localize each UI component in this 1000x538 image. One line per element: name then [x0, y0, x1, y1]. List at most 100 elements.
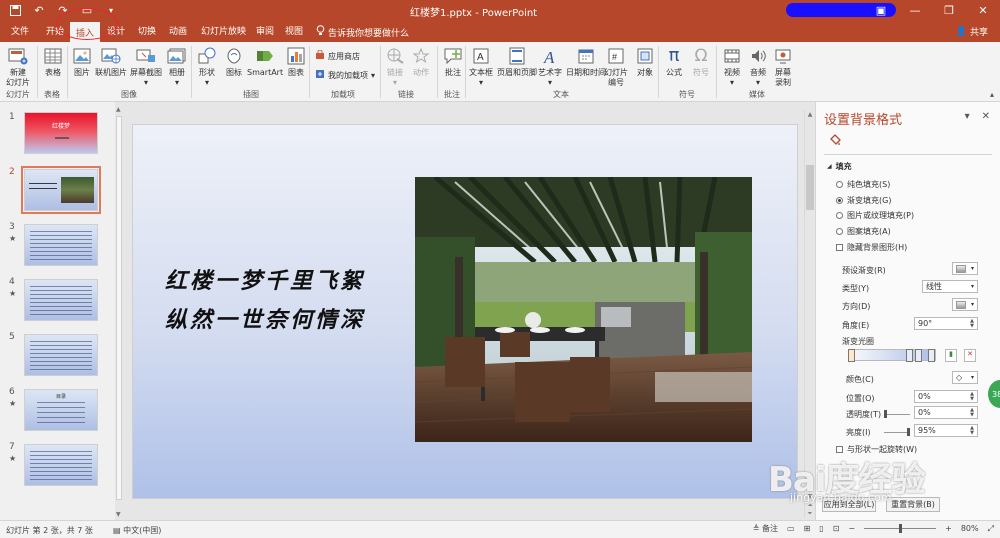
transparency-slider-knob[interactable]: [884, 410, 887, 418]
slide-number-button[interactable]: # 幻灯片 编号: [604, 45, 628, 88]
radio-button[interactable]: [836, 228, 843, 235]
save-icon[interactable]: [8, 3, 22, 17]
shapes-button[interactable]: 形状 ▾: [196, 45, 218, 88]
picture-fill-option[interactable]: 图片或纹理填充(P): [836, 210, 914, 221]
zoom-slider-knob[interactable]: [898, 524, 902, 533]
notes-button[interactable]: ≜ 备注: [753, 523, 778, 534]
slideshow-icon[interactable]: ⊡: [833, 524, 840, 533]
transparency-spinner[interactable]: 0% ▲ ▼: [914, 406, 978, 419]
slide-text-line-1[interactable]: 红楼一梦千里飞絮: [165, 263, 365, 295]
gradient-stop-handle[interactable]: [928, 349, 935, 362]
comment-button[interactable]: 批注: [442, 45, 464, 78]
symbol-button[interactable]: Ω 符号: [690, 45, 712, 78]
radio-button-selected[interactable]: [836, 197, 843, 204]
color-picker-dropdown[interactable]: ◇ ▾: [952, 371, 978, 384]
collapse-ribbon-icon[interactable]: ▴: [990, 90, 994, 99]
screenshot-button[interactable]: 屏幕截图 ▾: [130, 45, 162, 88]
brightness-slider-knob[interactable]: [907, 428, 910, 436]
gradient-stops-bar[interactable]: [852, 349, 936, 361]
remove-gradient-stop-icon[interactable]: ✕: [964, 349, 976, 362]
gradient-stop-handle[interactable]: [906, 349, 913, 362]
type-dropdown[interactable]: 线性 ▾: [922, 280, 978, 293]
zoom-out-icon[interactable]: −: [848, 524, 855, 533]
link-button[interactable]: 链接 ▾: [384, 45, 406, 88]
next-slide-arrow[interactable]: ⏷: [806, 510, 814, 518]
tab-review[interactable]: 审阅: [256, 24, 274, 37]
close-button[interactable]: ✕: [966, 0, 1000, 20]
textbox-button[interactable]: A 文本框 ▾: [469, 45, 493, 88]
scrollbar-thumb[interactable]: [806, 165, 814, 210]
zoom-slider[interactable]: [864, 524, 937, 533]
online-picture-button[interactable]: 联机图片: [95, 45, 127, 78]
audio-button[interactable]: 音频 ▾: [747, 45, 769, 88]
slide-thumbnail-1[interactable]: 红楼梦: [24, 112, 98, 154]
spinner-arrows-icon[interactable]: ▲ ▼: [970, 425, 974, 436]
scroll-up-arrow[interactable]: ▲: [806, 111, 814, 119]
smartart-button[interactable]: SmartArt: [247, 45, 283, 78]
reading-view-icon[interactable]: ▯: [819, 524, 823, 533]
icons-button[interactable]: 图标: [223, 45, 245, 78]
wordart-button[interactable]: A 艺术字 ▾: [538, 45, 562, 88]
spinner-arrows-icon[interactable]: ▲ ▼: [970, 391, 974, 402]
fit-slide-icon[interactable]: ⤢: [988, 524, 994, 534]
picture-button[interactable]: 图片: [71, 45, 93, 78]
transparency-slider[interactable]: [884, 414, 910, 415]
slide-thumbnail-5[interactable]: [24, 334, 98, 376]
slide-thumbnail-6[interactable]: 目录: [24, 389, 98, 431]
store-button[interactable]: 应用商店: [315, 49, 360, 62]
tab-transitions[interactable]: 切换: [138, 24, 156, 37]
preset-gradient-dropdown[interactable]: ▾: [952, 262, 978, 275]
normal-view-icon[interactable]: ▭: [787, 524, 795, 533]
scrollbar-thumb[interactable]: [116, 116, 122, 500]
scroll-down-arrow[interactable]: ▼: [116, 511, 121, 518]
gradient-stop-handle[interactable]: [848, 349, 855, 362]
language-status[interactable]: ▤ 中文(中国): [113, 525, 161, 536]
zoom-level[interactable]: 80%: [961, 524, 979, 533]
object-button[interactable]: 对象: [634, 45, 656, 78]
spinner-arrows-icon[interactable]: ▲ ▼: [970, 407, 974, 418]
add-gradient-stop-icon[interactable]: ▮: [945, 349, 957, 362]
tab-view[interactable]: 视图: [285, 24, 303, 37]
hide-background-graphics-option[interactable]: 隐藏背景图形(H): [836, 242, 907, 253]
radio-button[interactable]: [836, 212, 843, 219]
chart-button[interactable]: 图表: [285, 45, 307, 78]
album-button[interactable]: 相册 ▾: [166, 45, 188, 88]
gradient-stop-handle[interactable]: [915, 349, 922, 362]
position-spinner[interactable]: 0% ▲ ▼: [914, 390, 978, 403]
action-button[interactable]: 动作: [410, 45, 432, 78]
scroll-up-arrow[interactable]: ▲: [116, 106, 121, 113]
tab-file[interactable]: 文件: [11, 24, 29, 37]
equation-button[interactable]: π 公式: [663, 45, 685, 78]
my-addins-button[interactable]: 我的加载项 ▾: [315, 69, 375, 81]
pattern-fill-option[interactable]: 图案填充(A): [836, 226, 891, 237]
share-button[interactable]: 👤 共享: [956, 25, 988, 39]
angle-spinner[interactable]: 90° ▲ ▼: [914, 317, 978, 330]
chevron-down-icon[interactable]: ▾: [965, 111, 970, 122]
table-button[interactable]: 表格: [42, 45, 64, 78]
gradient-fill-option[interactable]: 渐变填充(G): [836, 195, 891, 206]
slide-text-line-2[interactable]: 纵然一世奈何情深: [165, 302, 365, 334]
fill-section-header[interactable]: ◢ 填充: [827, 161, 852, 172]
brightness-spinner[interactable]: 95% ▲ ▼: [914, 424, 978, 437]
ribbon-display-icon[interactable]: ▣: [864, 0, 898, 20]
spinner-arrows-icon[interactable]: ▲ ▼: [970, 318, 974, 329]
minimize-button[interactable]: —: [898, 0, 932, 20]
close-icon[interactable]: ✕: [982, 111, 990, 122]
fill-bucket-icon[interactable]: [828, 133, 842, 150]
checkbox[interactable]: [836, 244, 843, 251]
undo-icon[interactable]: ↶: [32, 3, 46, 17]
slide-photo-garden-pergola[interactable]: [415, 177, 752, 442]
new-slide-button[interactable]: 新建 幻灯片: [6, 45, 30, 88]
screen-record-button[interactable]: 屏幕 录制: [772, 45, 794, 88]
thumbnails-scrollbar[interactable]: ▲ ▼: [115, 106, 123, 518]
restore-button[interactable]: ❐: [932, 0, 966, 20]
radio-button[interactable]: [836, 181, 843, 188]
slide-thumbnail-2[interactable]: [21, 166, 101, 214]
slide-sorter-icon[interactable]: ⊞: [804, 524, 811, 533]
header-footer-button[interactable]: 页眉和页脚: [497, 45, 537, 78]
video-button[interactable]: 视频 ▾: [721, 45, 743, 88]
zoom-in-icon[interactable]: +: [945, 524, 952, 533]
tell-me-box[interactable]: 告诉我你想要做什么: [316, 25, 409, 39]
direction-dropdown[interactable]: ▾: [952, 298, 978, 311]
slide-thumbnail-3[interactable]: [24, 224, 98, 266]
